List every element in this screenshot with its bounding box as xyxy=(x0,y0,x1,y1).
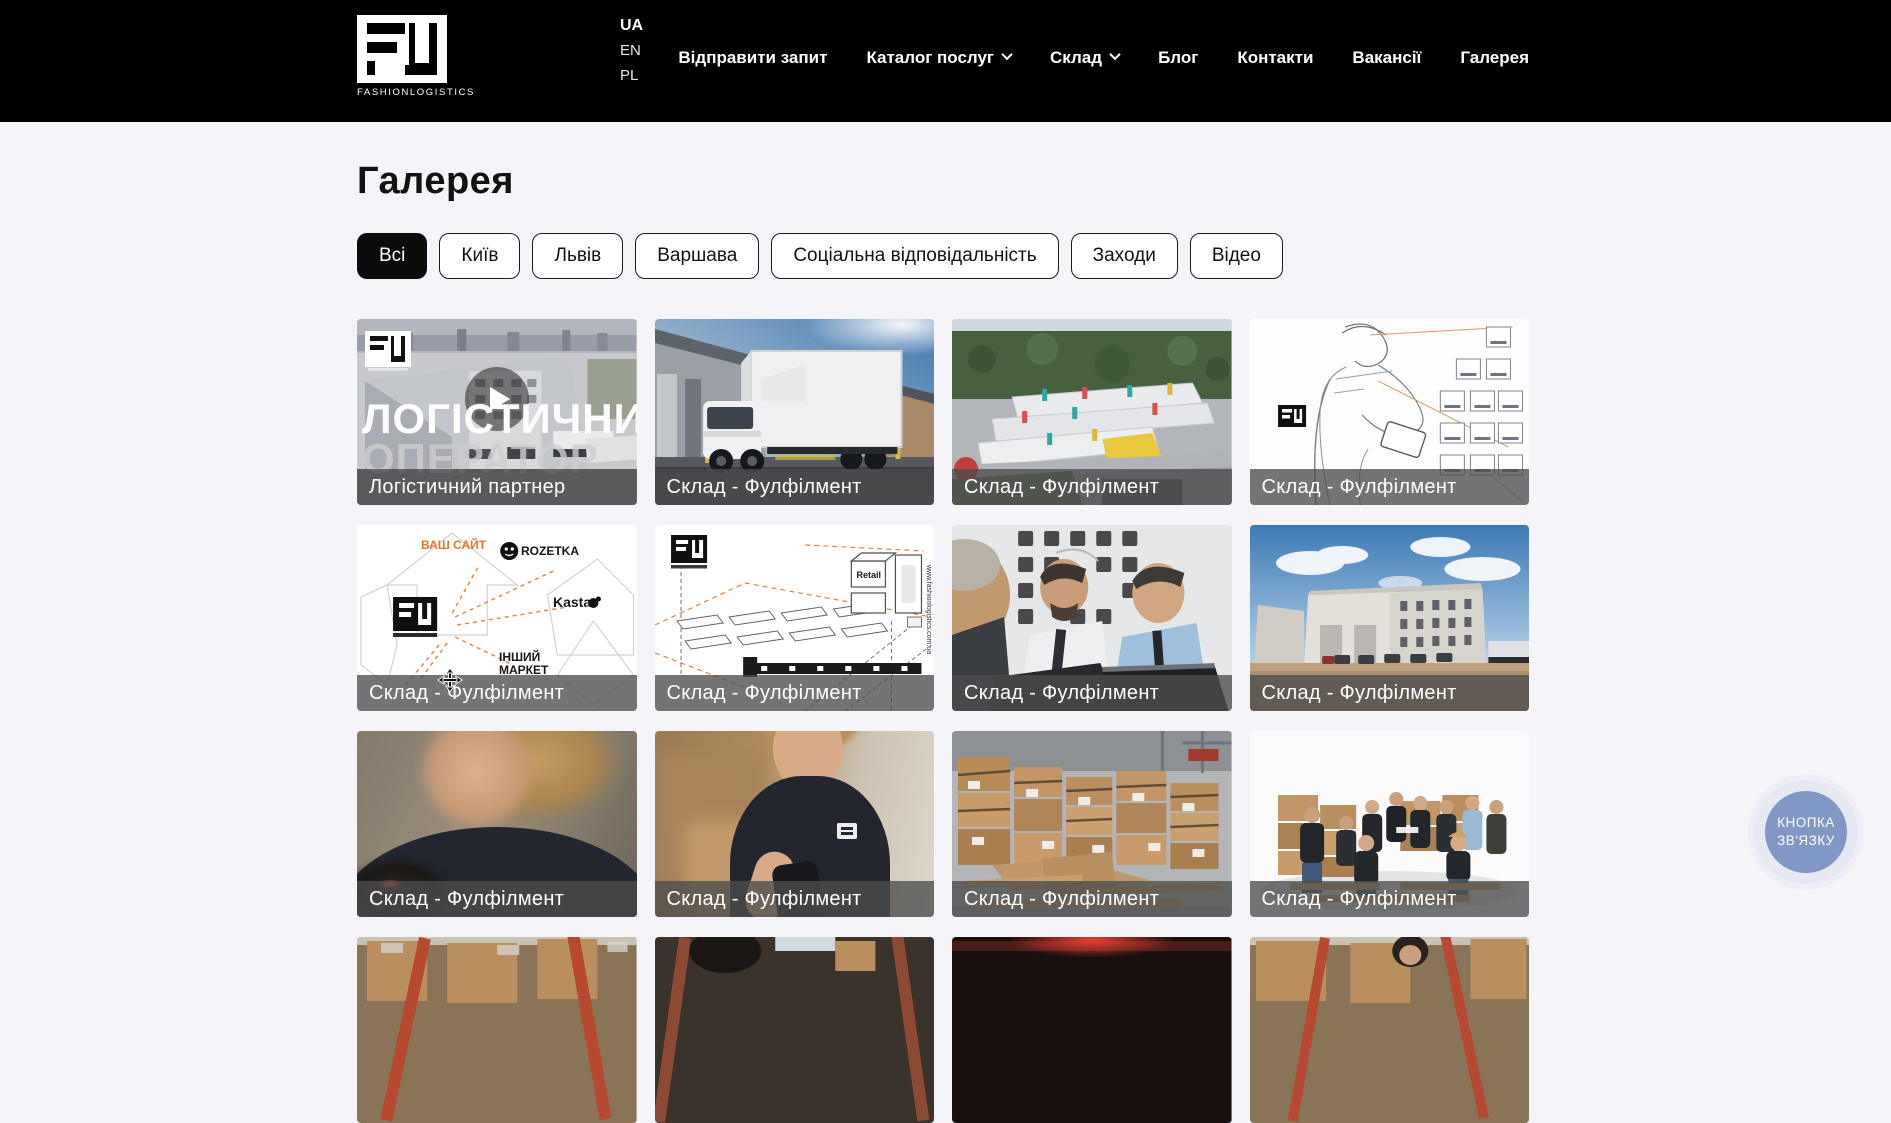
diagram-label-your-site: ВАШ САЙТ xyxy=(421,539,486,552)
gallery-item-caption: Склад - Фулфілмент xyxy=(1250,469,1530,505)
nav-contacts[interactable]: Контакти xyxy=(1237,48,1313,68)
gallery-item-caption: Склад - Фулфілмент xyxy=(952,469,1232,505)
gallery-item-boxes-pallets[interactable]: Склад - Фулфілмент xyxy=(952,731,1232,917)
nav-gallery[interactable]: Галерея xyxy=(1460,48,1529,68)
lang-en[interactable]: EN xyxy=(620,42,643,60)
gallery-item-caption: Склад - Фулфілмент xyxy=(1250,881,1530,917)
gallery-item-marketplaces-diagram[interactable]: ВАШ САЙТ ROZETKA Kasta ІНШИЙ МАРКЕТ Скла… xyxy=(357,525,637,711)
gallery-item-caption: Склад - Фулфілмент xyxy=(655,469,935,505)
brand-logo[interactable]: FASHIONLOGISTICS xyxy=(357,15,449,98)
gallery-item-caption: Склад - Фулфілмент xyxy=(357,881,637,917)
gallery-item-caption: Логістичний партнер xyxy=(357,469,637,505)
diagram-label-retail: Retail xyxy=(857,571,882,581)
top-navigation-bar: FASHIONLOGISTICS UA EN PL Відправити зап… xyxy=(0,0,1891,122)
language-switcher: UA EN PL xyxy=(620,16,643,85)
move-cursor-icon xyxy=(437,667,463,693)
filter-events[interactable]: Заходи xyxy=(1071,233,1178,279)
video-title-overlay: ЛОГІСТИЧНИЙ ОПЕРАТОР xyxy=(362,399,637,479)
gallery-item-caption: Склад - Фулфілмент xyxy=(655,881,935,917)
fl-logo-icon xyxy=(357,15,447,83)
nav-vacancies[interactable]: Вакансії xyxy=(1352,48,1421,68)
gallery-item-aerial-park[interactable]: Склад - Фулфілмент xyxy=(952,319,1232,505)
gallery-item-partial-warehouse[interactable] xyxy=(655,937,935,1123)
chevron-down-icon xyxy=(1109,49,1120,60)
gallery-item-partial-rack[interactable] xyxy=(357,937,637,1123)
filter-all[interactable]: Всі xyxy=(357,233,427,279)
diagram-label-site-url: www.fashionlogistics.com.ua xyxy=(924,565,932,654)
filter-lviv[interactable]: Львів xyxy=(532,233,623,279)
rack-person-photo xyxy=(1250,937,1530,1123)
fl-logo-watermark-icon xyxy=(365,331,411,376)
rack-photo xyxy=(357,937,637,1123)
gallery-item-caption: Склад - Фулфілмент xyxy=(655,675,935,711)
gallery-item-partial-dark[interactable] xyxy=(952,937,1232,1123)
nav-blog[interactable]: Блог xyxy=(1158,48,1198,68)
lang-pl[interactable]: PL xyxy=(620,67,643,85)
diagram-label-kasta: Kasta xyxy=(553,595,591,610)
gallery-item-caption: Склад - Фулфілмент xyxy=(952,881,1232,917)
nav-warehouse[interactable]: Склад xyxy=(1050,48,1119,68)
main-nav: Відправити запит Каталог послуг Склад Бл… xyxy=(678,48,1529,68)
gallery-page: Галерея Всі Київ Львів Варшава Соціальна… xyxy=(357,160,1529,1123)
dark-warehouse-photo xyxy=(952,937,1232,1123)
filter-social-responsibility[interactable]: Соціальна відповідальність xyxy=(771,233,1058,279)
fl-logo-patch-icon xyxy=(837,823,857,839)
contact-button[interactable]: КНОПКА ЗВ'ЯЗКУ xyxy=(1765,791,1847,873)
page-title: Галерея xyxy=(357,160,1529,203)
gallery-filters: Всі Київ Львів Варшава Соціальна відпові… xyxy=(357,233,1529,279)
filter-warsaw[interactable]: Варшава xyxy=(635,233,759,279)
contact-button-halo: КНОПКА ЗВ'ЯЗКУ xyxy=(1754,780,1858,884)
gallery-item-warehouse-scheme[interactable]: Retail www.fashionlogistics.com.ua Склад… xyxy=(655,525,935,711)
gallery-item-sketch-worker[interactable]: Склад - Фулфілмент xyxy=(1250,319,1530,505)
warehouse-interior-photo xyxy=(655,937,935,1123)
filter-kyiv[interactable]: Київ xyxy=(439,233,520,279)
brand-name: FASHIONLOGISTICS xyxy=(357,87,449,98)
gallery-item-video-logistics-partner[interactable]: ЛОГІСТИЧНИЙ ОПЕРАТОР Логістичний партнер xyxy=(357,319,637,505)
gallery-item-partial-rack-person[interactable] xyxy=(1250,937,1530,1123)
gallery-grid: ЛОГІСТИЧНИЙ ОПЕРАТОР Логістичний партнер xyxy=(357,319,1529,1123)
nav-services-catalog[interactable]: Каталог послуг xyxy=(866,48,1011,68)
diagram-label-rozetka: ROZETKA xyxy=(521,545,579,558)
gallery-item-team-meeting[interactable]: Склад - Фулфілмент xyxy=(952,525,1232,711)
gallery-item-worker-with-boxes[interactable]: Склад - Фулфілмент xyxy=(655,731,935,917)
gallery-item-caption: Склад - Фулфілмент xyxy=(1250,675,1530,711)
gallery-item-truck[interactable]: Склад - Фулфілмент xyxy=(655,319,935,505)
gallery-item-team-photo[interactable]: Склад - Фулфілмент xyxy=(1250,731,1530,917)
gallery-item-caption: Склад - Фулфілмент xyxy=(357,675,637,711)
chevron-down-icon xyxy=(1001,49,1012,60)
filter-video[interactable]: Відео xyxy=(1190,233,1283,279)
nav-send-request[interactable]: Відправити запит xyxy=(678,48,827,68)
diagram-label-other-market: ІНШИЙ МАРКЕТ xyxy=(499,651,569,677)
gallery-item-caption: Склад - Фулфілмент xyxy=(952,675,1232,711)
lang-ua[interactable]: UA xyxy=(620,16,643,35)
gallery-item-warehouse-building[interactable]: Склад - Фулфілмент xyxy=(1250,525,1530,711)
gallery-item-worker-scanning[interactable]: Склад - Фулфілмент xyxy=(357,731,637,917)
